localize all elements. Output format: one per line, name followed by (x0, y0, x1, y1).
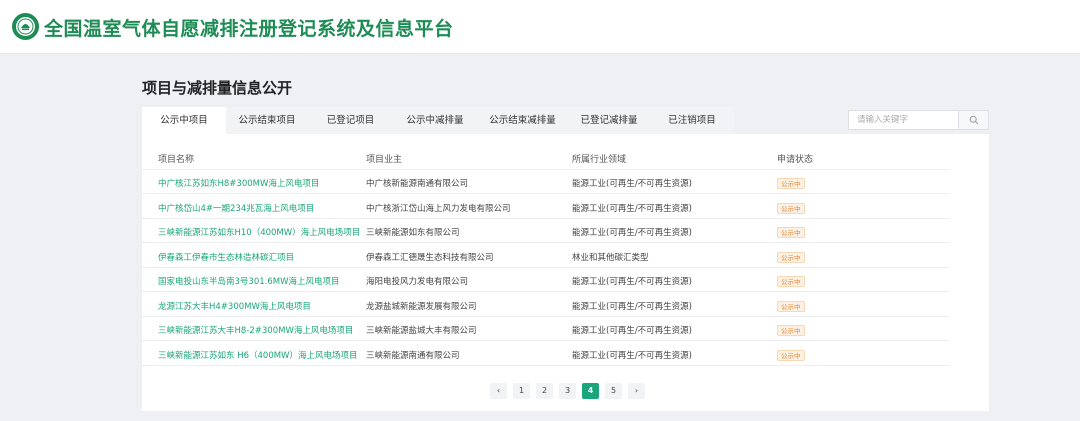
search-button[interactable] (958, 110, 989, 130)
section-title: 项目与减排量信息公开 (142, 79, 293, 97)
next-page-button[interactable]: › (628, 383, 645, 399)
project-owner: 中广核新能源南通有限公司 (366, 179, 469, 189)
project-owner: 龙源盐城新能源发展有限公司 (366, 301, 477, 312)
page-button-1[interactable]: 1 (513, 383, 530, 399)
prev-page-button[interactable]: ‹ (490, 383, 507, 399)
status-badge: 公示中 (777, 276, 805, 287)
industry-field: 能源工业(可再生/不可再生资源) (572, 326, 692, 336)
status-badge: 公示中 (777, 178, 805, 189)
project-owner: 海阳电投风力发电有限公司 (366, 277, 469, 287)
column-header-status: 申请状态 (777, 155, 814, 165)
tab-publicizing-reductions[interactable]: 公示中减排量 (393, 107, 477, 134)
status-badge: 公示中 (777, 349, 805, 361)
project-name-link[interactable]: 三峡新能源江苏如东 H6（400MW）海上风电场项目 (158, 349, 357, 361)
site-title: 全国温室气体自愿减排注册登记系统及信息平台 (44, 18, 454, 40)
tab-cancelled-projects[interactable]: 已注销项目 (650, 107, 734, 134)
column-header-owner: 项目业主 (366, 155, 403, 165)
project-name-link[interactable]: 伊春森工伊春市生态林造林碳汇项目 (158, 251, 294, 263)
page-button-5[interactable]: 5 (605, 383, 622, 399)
table-row: 三峡新能源江苏如东H10（400MW）海上风电场项目 三峡新能源如东有限公司 能… (142, 219, 950, 243)
project-owner: 三峡新能源如东有限公司 (366, 228, 460, 238)
top-header: 全国温室气体自愿减排注册登记系统及信息平台 (0, 0, 1080, 54)
table-row: 中广核岱山4#一期234兆瓦海上风电项目 中广核浙江岱山海上风力发电有限公司 能… (142, 195, 950, 219)
status-badge: 公示中 (777, 202, 805, 214)
project-owner: 三峡新能源南通有限公司 (366, 350, 460, 361)
page-button-2[interactable]: 2 (536, 383, 553, 399)
column-header-project-name: 项目名称 (158, 155, 195, 165)
project-owner: 伊春森工汇德晟生态科技有限公司 (366, 252, 494, 263)
tab-publicity-ended-reductions[interactable]: 公示结束减排量 (477, 107, 568, 134)
industry-field: 能源工业(可再生/不可再生资源) (572, 203, 692, 214)
project-name-link[interactable]: 龙源江苏大丰H4#300MW海上风电项目 (158, 300, 311, 312)
project-name-link[interactable]: 三峡新能源江苏大丰H8-2#300MW海上风电场项目 (158, 324, 353, 336)
industry-field: 能源工业(可再生/不可再生资源) (572, 301, 692, 312)
project-name-link[interactable]: 中广核岱山4#一期234兆瓦海上风电项目 (158, 202, 314, 214)
status-badge: 公示中 (777, 300, 805, 312)
status-badge: 公示中 (777, 251, 805, 263)
search-input[interactable] (848, 110, 958, 130)
table-row: 国家电投山东半岛南3号301.6MW海上风电项目 海阳电投风力发电有限公司 能源… (142, 268, 950, 292)
column-header-industry: 所属行业领域 (572, 155, 627, 165)
project-owner: 中广核浙江岱山海上风力发电有限公司 (366, 203, 511, 214)
industry-field: 能源工业(可再生/不可再生资源) (572, 350, 692, 361)
industry-field: 林业和其他碳汇类型 (572, 252, 649, 263)
status-badge: 公示中 (777, 227, 805, 238)
industry-field: 能源工业(可再生/不可再生资源) (572, 277, 692, 287)
pagination: ‹ 1 2 3 4 5 › (490, 383, 645, 399)
table-row: 龙源江苏大丰H4#300MW海上风电项目 龙源盐城新能源发展有限公司 能源工业(… (142, 293, 950, 317)
page-button-4-current[interactable]: 4 (582, 383, 599, 399)
industry-field: 能源工业(可再生/不可再生资源) (572, 179, 692, 189)
tab-registered-projects[interactable]: 已登记项目 (308, 107, 393, 134)
project-name-link[interactable]: 中广核江苏如东H8#300MW海上风电项目 (158, 177, 319, 189)
tab-registered-reductions[interactable]: 已登记减排量 (568, 107, 650, 134)
industry-field: 能源工业(可再生/不可再生资源) (572, 228, 692, 238)
tab-publicizing-projects[interactable]: 公示中项目 (142, 107, 226, 134)
tab-publicity-ended-projects[interactable]: 公示结束项目 (226, 107, 308, 134)
project-name-link[interactable]: 三峡新能源江苏如东H10（400MW）海上风电场项目 (158, 226, 360, 238)
status-badge: 公示中 (777, 325, 805, 336)
table-row: 三峡新能源江苏如东 H6（400MW）海上风电场项目 三峡新能源南通有限公司 能… (142, 342, 950, 366)
page-button-3[interactable]: 3 (559, 383, 576, 399)
table-row: 伊春森工伊春市生态林造林碳汇项目 伊春森工汇德晟生态科技有限公司 林业和其他碳汇… (142, 244, 950, 268)
table-row: 中广核江苏如东H8#300MW海上风电项目 中广核新能源南通有限公司 能源工业(… (142, 170, 950, 194)
tab-bar: 公示中项目 公示结束项目 已登记项目 公示中减排量 公示结束减排量 已登记减排量… (142, 107, 734, 134)
emblem-logo-icon[interactable] (12, 13, 39, 40)
search-icon (969, 115, 978, 125)
table-row: 三峡新能源江苏大丰H8-2#300MW海上风电场项目 三峡新能源盐城大丰有限公司… (142, 317, 950, 341)
project-name-link[interactable]: 国家电投山东半岛南3号301.6MW海上风电项目 (158, 275, 339, 287)
project-owner: 三峡新能源盐城大丰有限公司 (366, 326, 477, 336)
